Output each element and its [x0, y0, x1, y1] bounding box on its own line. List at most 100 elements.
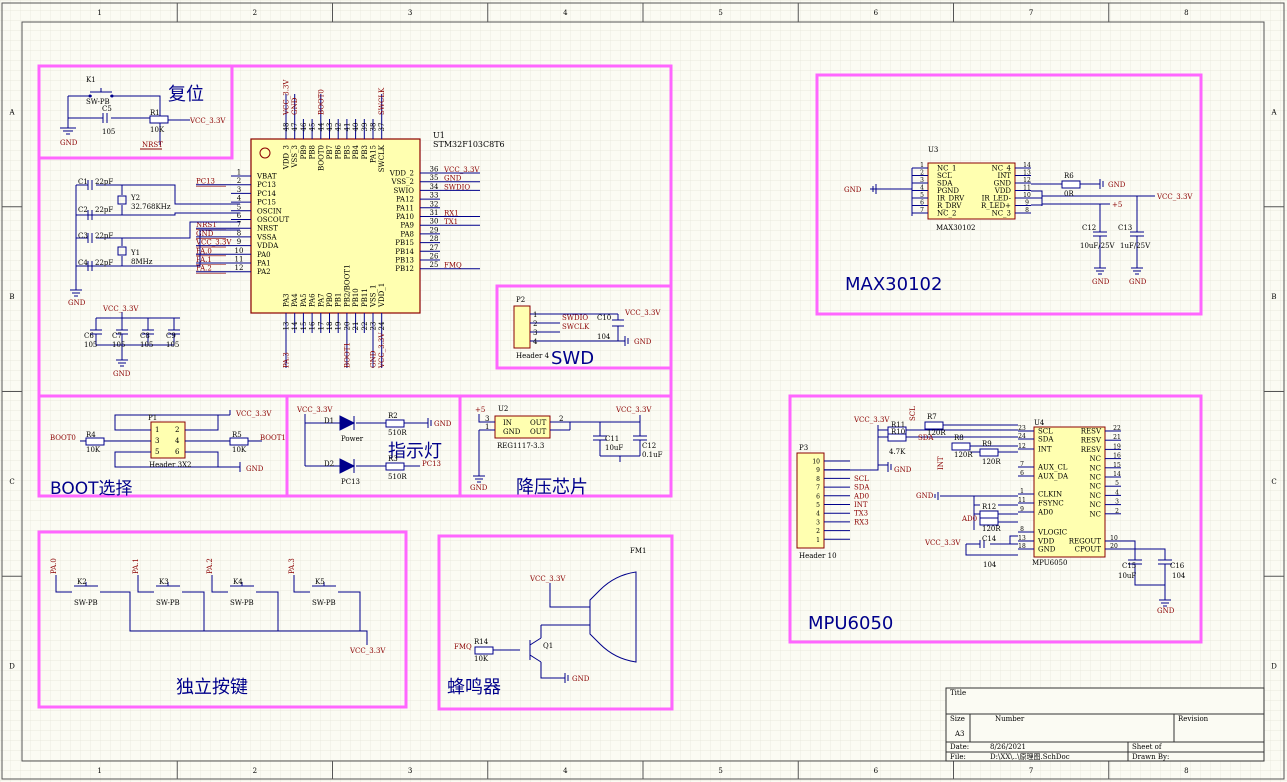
u2-ref: U2 — [498, 405, 508, 413]
p3-net-3: RX3 — [854, 518, 869, 526]
tb-date-label: Date: — [950, 743, 969, 751]
r10-ref: R10 — [891, 428, 905, 436]
mcu-net-left-11: PA.1 — [196, 256, 212, 264]
p3-pin-1: 1 — [816, 537, 820, 544]
key-pa3: PA.3 — [288, 558, 296, 574]
p3-ref: P3 — [799, 444, 808, 452]
border-col-bottom-8: 8 — [1184, 767, 1188, 775]
boot-boot0: BOOT0 — [50, 434, 76, 442]
mpu-pin-num-12: 12 — [1018, 443, 1026, 450]
u2-out1: OUT — [530, 419, 547, 427]
mcu-pin-name-PB6: PB6 — [335, 144, 343, 159]
mcu-net-bottom-23: GND — [370, 350, 378, 368]
mcu-pin-name-VSS_3: VSS_3 — [291, 145, 299, 168]
c12b-ref: C12 — [1082, 224, 1096, 232]
mpu-pin-name-10: REGOUT — [1069, 538, 1102, 546]
u2-gnd: GND — [503, 428, 521, 436]
mcu-pin-name-VDDA: VDDA — [256, 242, 279, 250]
k5-val: SW-PB — [312, 599, 336, 607]
c12-ref: C12 — [642, 442, 656, 450]
p3-pin-2: 2 — [816, 528, 820, 535]
mpu-pin-num-4: 4 — [1115, 489, 1119, 496]
mcu-pin-name-PA12: PA12 — [396, 196, 414, 204]
max-gnd-left: GND — [844, 186, 862, 194]
mcu-net-top-48: VCC_3.3V — [283, 79, 291, 116]
mcu-pin-num-26: 26 — [430, 253, 439, 261]
xtal-gnd: GND — [68, 299, 86, 307]
mpu-pin-name-8: VLOGIC — [1037, 529, 1067, 537]
max-pin-num-8: 8 — [1025, 207, 1029, 214]
p2-pin2: 2 — [533, 320, 537, 328]
c10-val: 104 — [597, 333, 611, 341]
mcu-pin-num-16: 16 — [309, 321, 317, 330]
mcu-pin-num-39: 39 — [361, 123, 369, 132]
tb-title: Title — [950, 689, 966, 697]
mcu-pin-num-40: 40 — [352, 123, 360, 132]
mpu-pin-name-4: NC — [1090, 492, 1101, 500]
mcu-pin-name-PA6: PA6 — [309, 293, 317, 307]
mpu-pin-num-14: 14 — [1113, 471, 1121, 478]
mpu-pin-num-2: 2 — [1115, 508, 1119, 515]
mpu-pin-num-8: 8 — [1020, 526, 1024, 533]
mpu-sda: SDA — [918, 434, 934, 442]
mpu-pin-name-5: NC — [1090, 483, 1101, 491]
title-block: Title Size A3 Number Revision Date: 8/26… — [945, 687, 1265, 762]
max-pin-num-13: 13 — [1023, 170, 1031, 177]
c12b-val: 10uF/25V — [1080, 242, 1116, 250]
r6-val: 0R — [1064, 190, 1074, 198]
mcu-pin-name-PB4: PB4 — [352, 144, 360, 159]
u3-val: MAX30102 — [936, 224, 975, 232]
c11-val: 10uF — [605, 444, 623, 452]
u4-ref: U4 — [1034, 419, 1045, 427]
c3-val: 22pF — [95, 232, 113, 240]
mcu-pin-name-PA11: PA11 — [396, 204, 414, 212]
mcu-pin-name-PB3: PB3 — [361, 145, 369, 159]
mcu-net-top-44: BOOT0 — [317, 89, 325, 115]
k2-val: SW-PB — [74, 599, 98, 607]
border-col-bottom-3: 3 — [408, 767, 412, 775]
mcu-pin-num-3: 3 — [237, 186, 241, 194]
mcu-pin-num-19: 19 — [335, 322, 343, 331]
mcu-pin-name-PB8: PB8 — [309, 145, 317, 159]
r5-ref: R5 — [232, 431, 242, 439]
mpu-pin-num-1: 1 — [1020, 488, 1024, 495]
mcu-pin-num-44: 44 — [317, 122, 325, 131]
mcu-pin-num-33: 33 — [430, 192, 439, 200]
r8-ref: R8 — [954, 434, 964, 442]
mcu-pin-num-46: 46 — [300, 122, 308, 131]
mcu-pin-name-PA5: PA5 — [300, 293, 308, 307]
mcu-ref: U1 — [433, 131, 445, 140]
mpu-pin-name-22: RESV — [1081, 428, 1102, 436]
p3-pin-5: 5 — [816, 502, 820, 509]
mcu-pin-name-PA2: PA2 — [257, 268, 271, 276]
border-col-top-3: 3 — [408, 9, 412, 17]
mcu-pin-num-37: 37 — [378, 123, 386, 132]
mpu-pin-name-18: GND — [1038, 546, 1056, 554]
mpu-pin-num-11: 11 — [1018, 497, 1026, 504]
mpu-pin-name-11: FSYNC — [1038, 500, 1064, 508]
mpu-pin-name-7: AUX_CL — [1037, 464, 1068, 472]
c15-val: 10uF — [1118, 572, 1136, 580]
mpu-ad0: AD0 — [961, 515, 977, 523]
r1-resistor — [149, 115, 169, 124]
swd-vcc: VCC_3.3V — [624, 309, 661, 317]
mcu-pin-name-PA15: PA15 — [370, 145, 378, 163]
p2-pin3: 3 — [533, 329, 537, 337]
r2-ref: R2 — [388, 412, 398, 420]
mcu-net-right-31: RX1 — [444, 210, 459, 218]
reset-nrst: NRST — [142, 141, 163, 149]
c12b-gnd: GND — [1092, 278, 1110, 286]
boot-boot1: BOOT1 — [260, 434, 286, 442]
mpu-pin-name-3: NC — [1090, 501, 1101, 509]
mcu-net-left-2: PC13 — [196, 178, 215, 186]
tb-drawn-label: Drawn By: — [1132, 753, 1169, 761]
mcu-pin-name-VDD_1: VDD_1 — [378, 283, 386, 308]
c8-val: 105 — [140, 341, 153, 349]
mcu-pin-name-PB13: PB13 — [395, 257, 414, 265]
swd-swdio: SWDIO — [562, 314, 588, 322]
mcu-pin-num-15: 15 — [300, 322, 308, 331]
mcu-pin-num-48: 48 — [283, 123, 291, 132]
mcu-pin-num-20: 20 — [343, 322, 351, 331]
mcu-pin-name-SWIO: SWIO — [394, 187, 415, 195]
c9-val: 105 — [166, 341, 179, 349]
